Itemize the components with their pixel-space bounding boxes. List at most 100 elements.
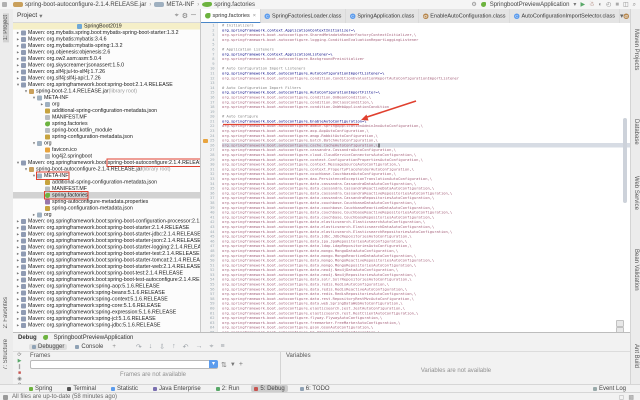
debug-tab-console[interactable]: Console xyxy=(72,344,106,350)
profiler-icon[interactable]: ◴ xyxy=(606,2,611,8)
jar-icon xyxy=(29,166,34,172)
prop-icon xyxy=(45,199,50,205)
lib-icon xyxy=(21,231,26,237)
window-icon xyxy=(2,2,7,7)
toolwindow-button-spring[interactable]: Spring xyxy=(26,385,55,392)
right-bar-ant-build[interactable]: Ant Build xyxy=(633,344,639,368)
toolwindow-button-run[interactable]: 2: Run xyxy=(213,385,243,392)
variables-pane-title[interactable]: Variables xyxy=(282,352,315,360)
stop-icon[interactable]: ■ xyxy=(615,2,619,8)
tree-row[interactable]: ▸ Maven: org.springframework:spring-jdbc:… xyxy=(13,322,200,329)
editor-tab-label: AutoConfigurationImportSelector.class xyxy=(521,13,616,19)
hide-icon[interactable]: ─ xyxy=(191,12,196,20)
project-panel-title[interactable]: Project xyxy=(17,12,37,19)
debug-tabs-row: Debugger Console + ↷ ↓ ⇩ ↑ ↶ → ⌖ ≡ xyxy=(13,342,630,352)
sidebar-item-project[interactable]: 1: Project xyxy=(3,13,9,43)
tool-windows-icon[interactable]: ◫ xyxy=(623,2,629,8)
settings-icon[interactable]: ≡ xyxy=(220,343,224,351)
sidebar-item-favorites[interactable]: 2: Favorites xyxy=(3,297,9,328)
breadcrumb-label: META-INF xyxy=(166,1,195,8)
right-bar-web-service[interactable]: Web Service xyxy=(633,176,639,210)
evaluate-icon[interactable]: ⌖ xyxy=(210,343,214,351)
frames-pane: Frames ▾ ⇅ ▼ + Frames are not available xyxy=(26,352,281,385)
lock-icon[interactable]: ▢ xyxy=(619,394,625,400)
run-icon xyxy=(215,386,220,391)
folder-icon xyxy=(37,173,42,179)
spring-boot-icon xyxy=(42,335,48,340)
breadcrumb-separator: › xyxy=(149,1,152,8)
toolwindow-button-javaee[interactable]: Java Enterprise xyxy=(150,385,204,392)
breadcrumb-item[interactable]: spring-boot-autoconfigure-2.1.4.RELEASE.… xyxy=(13,2,146,8)
editor-tab[interactable]: spring.factories × xyxy=(201,9,261,23)
editor-tab-label: EnableAutoConfiguration.class xyxy=(430,13,506,19)
editor[interactable]: 1 2 3 4 5 6 7 8 9 10 11 12 13 14 15 16 17 18 19 20 21 22 23 24 2… xyxy=(201,23,630,332)
chevron-down-icon[interactable]: ▾ xyxy=(39,12,42,20)
combo-dropdown-icon[interactable]: ▾ xyxy=(209,360,218,368)
wrench-icon[interactable]: ⚙ xyxy=(471,2,476,8)
force-step-into-icon[interactable]: ⇩ xyxy=(159,343,165,351)
tree-label: spring-configuration-metadata.json xyxy=(45,134,133,141)
right-bar-database[interactable]: Database xyxy=(633,119,639,145)
debug-session-tab[interactable]: SpringbootPreviewApplication xyxy=(54,335,134,341)
folder-icon xyxy=(154,2,165,7)
folder-icon xyxy=(45,101,50,107)
lib-icon xyxy=(21,82,26,88)
bookmark-icon[interactable] xyxy=(203,139,208,143)
editor-tab[interactable]: @ EnableAutoConfiguration.class xyxy=(419,9,510,23)
lib-icon xyxy=(21,218,26,224)
leaf-icon xyxy=(45,121,50,127)
right-bar-maven-projects[interactable]: Maven Projects xyxy=(633,29,639,70)
editor-tab[interactable]: C SpringFactoriesLoader.class xyxy=(261,9,346,23)
search-icon[interactable]: ⌕ xyxy=(633,2,636,8)
folder-icon xyxy=(37,140,42,146)
project-tree: SpringBoot2019 ▸ Maven: org.mybatis.spring… xyxy=(13,23,200,332)
lib-icon xyxy=(21,49,26,55)
run-icon[interactable]: ▶ xyxy=(580,1,585,8)
spring-file-icon xyxy=(205,12,211,19)
step-into-icon[interactable]: ↓ xyxy=(149,343,153,351)
debug-bug-icon[interactable]: ☃ xyxy=(589,1,594,8)
coverage-icon[interactable]: ◐ xyxy=(598,2,602,8)
gear-icon[interactable]: ⚙ xyxy=(182,12,188,20)
breadcrumb-item[interactable]: spring.factories xyxy=(202,2,255,8)
debug-icon xyxy=(254,386,259,391)
class-icon: C xyxy=(349,13,356,19)
run-configuration-select[interactable]: SpringbootPreviewApplication xyxy=(490,2,570,8)
frames-pane-title[interactable]: Frames xyxy=(26,352,54,360)
sidebar-item-structure[interactable]: 7: Structure xyxy=(3,339,9,370)
editor-scrollbar[interactable] xyxy=(623,118,627,203)
toolwindow-button-terminal[interactable]: Terminal xyxy=(64,385,99,392)
lib-icon xyxy=(21,43,26,49)
add-icon[interactable]: + xyxy=(239,361,243,368)
debugger-icon xyxy=(32,344,36,349)
event-log-button[interactable]: Event Log xyxy=(592,386,640,392)
run-to-cursor-icon[interactable]: → xyxy=(196,343,203,351)
todo-icon xyxy=(299,386,304,391)
lib-icon xyxy=(21,30,26,36)
toolwindow-button-todo[interactable]: 6: TODO xyxy=(297,385,333,392)
ide-window: spring-boot-autoconfigure-2.1.4.RELEASE.… xyxy=(0,0,640,400)
add-tab-icon[interactable]: + xyxy=(112,344,116,350)
sort-icon[interactable]: ⇅ xyxy=(221,361,227,369)
json-icon xyxy=(45,134,50,140)
close-icon[interactable]: × xyxy=(253,13,256,19)
filter-icon[interactable]: ▼ xyxy=(230,362,236,368)
step-out-icon[interactable]: ↑ xyxy=(172,343,176,351)
drop-frame-icon[interactable]: ↶ xyxy=(183,343,189,351)
json-icon xyxy=(45,179,50,185)
editor-tab[interactable]: C SpringApplication.class xyxy=(346,9,419,23)
breadcrumb-item[interactable]: META-INF xyxy=(154,2,194,8)
toolwindow-button-statistic[interactable]: Statistic xyxy=(108,385,141,392)
debug-tab-debugger[interactable]: Debugger xyxy=(29,343,68,350)
right-bar-bean-validation[interactable]: Bean Validation xyxy=(633,249,639,291)
tab-overflow-icon[interactable]: ▾ xyxy=(620,12,624,20)
debug-panel-header: Debug SpringbootPreviewApplication xyxy=(13,333,630,342)
editor-float-button[interactable] xyxy=(616,320,624,327)
toolwindow-button-debug[interactable]: 5: Debug xyxy=(251,385,288,392)
step-over-icon[interactable]: ↷ xyxy=(136,343,142,351)
locate-icon[interactable]: ⌖ xyxy=(175,12,179,20)
chevron-down-icon[interactable]: ▾ xyxy=(573,1,576,8)
editor-tab[interactable]: C AutoConfigurationImportSelector.class xyxy=(510,9,620,23)
thread-combo[interactable]: ▾ xyxy=(30,360,218,369)
debug-panel: Debug SpringbootPreviewApplication Debug… xyxy=(13,332,630,388)
